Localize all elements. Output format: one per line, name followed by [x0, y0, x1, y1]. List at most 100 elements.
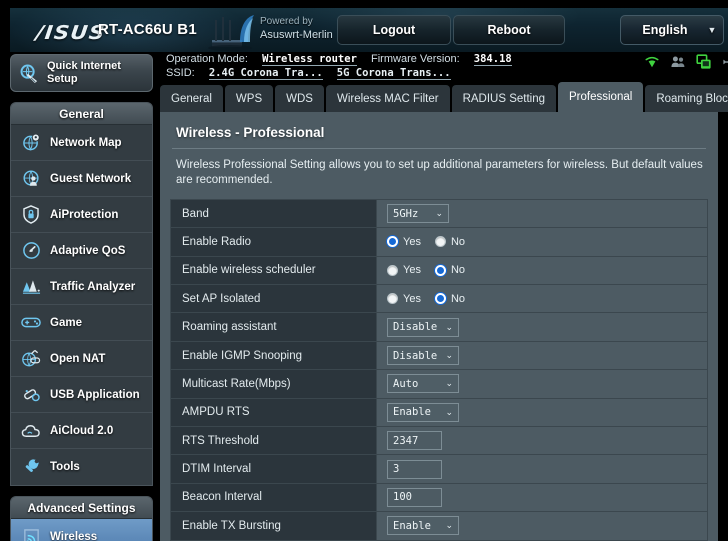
sidebar-item-tools[interactable]: Tools	[11, 449, 152, 485]
radio-label: Yes	[403, 235, 421, 248]
sidebar-item-guest-network[interactable]: Guest Network	[11, 161, 152, 197]
language-selector[interactable]: English ▼	[620, 15, 724, 45]
ssid-24g-value[interactable]: 2.4G Corona Tra...	[208, 67, 323, 80]
row-value: Yes No	[377, 256, 707, 285]
tab-bar: General WPS WDS Wireless MAC Filter RADI…	[160, 82, 728, 112]
tab-roaming-block-list[interactable]: Roaming Block List	[645, 85, 728, 112]
row-label: DTIM Interval	[171, 455, 377, 483]
row-label: Enable wireless scheduler	[171, 256, 377, 285]
wireless-scheduler-option-yes[interactable]: Yes	[387, 264, 421, 276]
powered-by-name: Asuswrt-Merlin	[260, 28, 333, 41]
row-value: Disable ⌄	[377, 313, 707, 341]
tab-wps[interactable]: WPS	[224, 85, 274, 112]
radio-label: Yes	[403, 264, 421, 277]
table-row: AMPDU RTS Enable ⌄	[171, 398, 707, 427]
clients-status-icon[interactable]	[670, 54, 686, 70]
wireless-scheduler-option-no[interactable]: No	[434, 264, 466, 277]
row-label: Beacon Interval	[171, 483, 377, 512]
dtim-interval-input[interactable]: 3	[387, 459, 442, 479]
table-row: Multicast Rate(Mbps) Auto ⌄	[171, 370, 707, 399]
sidebar-item-adaptive-qos[interactable]: Adaptive QoS	[11, 233, 152, 269]
table-row: Roaming assistant Disable ⌄	[171, 313, 707, 342]
sidebar-item-label: Game	[50, 316, 82, 329]
row-value: 100	[377, 483, 707, 512]
sidebar-item-open-nat[interactable]: Open NAT	[11, 341, 152, 377]
main-panel: Wireless - Professional Wireless Profess…	[160, 112, 718, 541]
open-nat-icon	[20, 348, 42, 370]
tab-radius-setting[interactable]: RADIUS Setting	[451, 85, 557, 112]
table-row: Band 5GHz ⌄	[171, 199, 707, 229]
usb-status-icon[interactable]	[722, 54, 728, 70]
top-banner: /ISUS RT-AC66U B1 Powered by Asuswrt-Mer…	[10, 8, 728, 52]
tx-bursting-select[interactable]: Enable ⌄	[387, 516, 459, 536]
router-admin-page: /ISUS RT-AC66U B1 Powered by Asuswrt-Mer…	[0, 0, 728, 541]
sidebar-item-network-map[interactable]: Network Map	[11, 125, 152, 161]
row-value: Yes No	[377, 285, 707, 313]
sidebar-item-label: Wireless	[50, 531, 98, 541]
powered-by-block: Powered by Asuswrt-Merlin	[260, 16, 333, 42]
enable-radio-radiogroup: Yes No	[387, 236, 465, 248]
info-strip: Operation Mode: Wireless router Firmware…	[160, 52, 728, 82]
wireless-scheduler-radiogroup: Yes No	[387, 264, 465, 276]
row-value: Enable ⌄	[377, 512, 707, 540]
reboot-button[interactable]: Reboot	[453, 15, 565, 45]
band-select[interactable]: 5GHz ⌄	[387, 204, 449, 224]
wireless-signal-icon	[20, 526, 42, 541]
logout-button[interactable]: Logout	[337, 15, 451, 45]
row-label: Roaming assistant	[171, 313, 377, 341]
igmp-snooping-select-value: Disable	[393, 349, 438, 362]
ap-isolated-option-no[interactable]: No	[434, 293, 465, 305]
enable-radio-option-no[interactable]: No	[434, 236, 465, 248]
ssid-label: SSID:	[166, 67, 195, 79]
roaming-assistant-select-value: Disable	[393, 321, 438, 334]
sidebar-item-aicloud[interactable]: AiCloud 2.0	[11, 413, 152, 449]
row-label: Multicast Rate(Mbps)	[171, 370, 377, 398]
radio-label: No	[450, 264, 466, 277]
sidebar-item-wireless[interactable]: Wireless	[11, 519, 152, 541]
ap-isolated-option-yes[interactable]: Yes	[387, 293, 421, 305]
sidebar-group-general-header: General	[11, 103, 152, 125]
sidebar-item-aiprotection[interactable]: AiProtection	[11, 197, 152, 233]
chevron-down-icon: ⌄	[435, 208, 443, 219]
sidebar-item-traffic-analyzer[interactable]: Traffic Analyzer	[11, 269, 152, 305]
sidebar-group-advanced-header: Advanced Settings	[11, 497, 152, 519]
operation-mode-label: Operation Mode:	[166, 53, 248, 65]
row-label: RTS Threshold	[171, 427, 377, 455]
table-row: Enable IGMP Snooping Disable ⌄	[171, 341, 707, 371]
powered-by-label: Powered by	[260, 16, 313, 27]
chevron-down-icon: ⌄	[445, 350, 453, 361]
firmware-value[interactable]: 384.18	[473, 53, 512, 66]
gamepad-icon	[20, 312, 42, 334]
quick-internet-setup-button[interactable]: Quick Internet Setup	[10, 54, 153, 92]
title-divider	[172, 148, 706, 149]
ssid-5g-value[interactable]: 5G Corona Trans...	[336, 67, 451, 80]
sidebar-group-advanced: Advanced Settings Wireless	[10, 496, 153, 541]
row-value: 5GHz ⌄	[377, 199, 707, 228]
guest-network-icon	[20, 168, 42, 190]
status-icon-group	[644, 54, 728, 70]
network-monitor-status-icon[interactable]	[696, 54, 712, 70]
table-row: DTIM Interval 3	[171, 455, 707, 484]
operation-mode-value[interactable]: Wireless router	[262, 53, 357, 66]
roaming-assistant-select[interactable]: Disable ⌄	[387, 317, 459, 337]
beacon-interval-input[interactable]: 100	[387, 487, 442, 507]
tab-wds[interactable]: WDS	[275, 85, 324, 112]
tab-general[interactable]: General	[160, 85, 223, 112]
row-value: Disable ⌄	[377, 341, 707, 370]
rts-threshold-input[interactable]: 2347	[387, 431, 442, 451]
multicast-rate-select[interactable]: Auto ⌄	[387, 374, 459, 394]
wifi-status-icon[interactable]	[644, 54, 660, 70]
page-description: Wireless Professional Setting allows you…	[176, 159, 703, 186]
sidebar-item-label: AiProtection	[50, 208, 119, 221]
chevron-down-icon: ⌄	[445, 406, 453, 417]
radio-dot-selected-icon	[387, 236, 398, 248]
ampdu-rts-select[interactable]: Enable ⌄	[387, 402, 459, 422]
igmp-snooping-select[interactable]: Disable ⌄	[387, 346, 459, 366]
sidebar-item-usb-application[interactable]: USB Application	[11, 377, 152, 413]
tab-professional[interactable]: Professional	[558, 82, 644, 112]
sidebar-item-game[interactable]: Game	[11, 305, 152, 341]
firmware-label: Firmware Version:	[371, 53, 460, 65]
sidebar-group-general: General Network Map Guest Network AiProt…	[10, 102, 153, 486]
tab-wireless-mac-filter[interactable]: Wireless MAC Filter	[325, 85, 450, 112]
enable-radio-option-yes[interactable]: Yes	[387, 236, 421, 248]
